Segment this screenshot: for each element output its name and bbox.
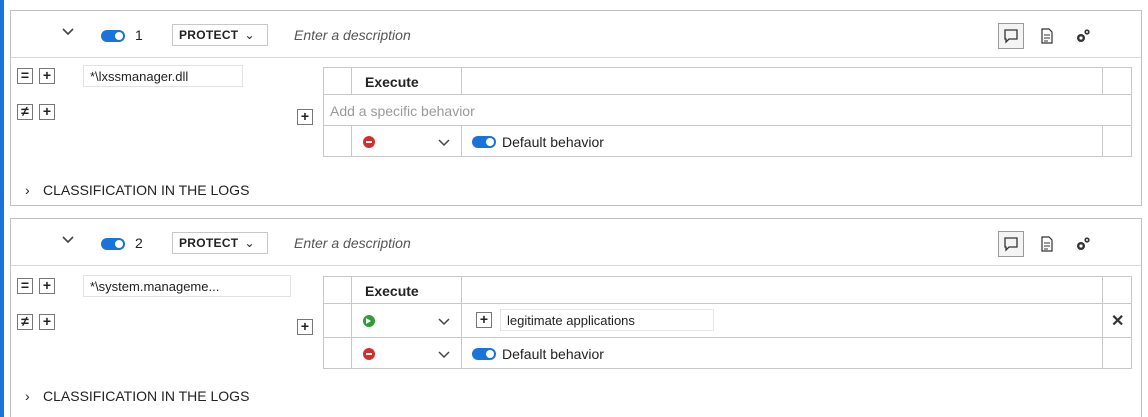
chevron-right-icon: › xyxy=(25,182,30,198)
settings-gears-icon[interactable] xyxy=(1070,23,1096,49)
not-equals-operator[interactable]: ≠ xyxy=(17,314,33,330)
add-equal-button[interactable]: + xyxy=(39,278,55,294)
rule-number: 1 xyxy=(135,27,143,43)
table-header-rest xyxy=(461,67,1103,95)
default-row-end xyxy=(1102,337,1132,369)
table-header-execute: Execute xyxy=(351,276,462,304)
classification-toggle[interactable]: › CLASSIFICATION IN THE LOGS xyxy=(25,182,249,198)
classification-label: CLASSIFICATION IN THE LOGS xyxy=(43,388,250,404)
table-header-left xyxy=(323,67,352,95)
chevron-down-icon[interactable] xyxy=(61,233,75,247)
default-behavior-cell: Default behavior xyxy=(461,125,1103,157)
default-row-left xyxy=(323,337,352,369)
equals-operator[interactable]: = xyxy=(17,278,33,294)
table-header-end xyxy=(1102,67,1132,95)
comment-icon[interactable] xyxy=(998,231,1024,257)
rule-header: 1 PROTECT ⌄ Enter a description xyxy=(11,11,1141,58)
classification-label: CLASSIFICATION IN THE LOGS xyxy=(43,182,250,198)
add-not-equal-button[interactable]: + xyxy=(39,314,55,330)
column-header: Execute xyxy=(365,283,419,299)
add-behavior-button[interactable]: + xyxy=(297,319,313,335)
default-action-select[interactable] xyxy=(351,337,462,369)
rule-header: 2 PROTECT ⌄ Enter a description xyxy=(11,219,1141,266)
add-equal-button[interactable]: + xyxy=(39,68,55,84)
rule-mode-value: PROTECT xyxy=(179,28,239,42)
add-not-equal-button[interactable]: + xyxy=(39,104,55,120)
chevron-down-icon[interactable] xyxy=(61,25,75,39)
table-header-end xyxy=(1102,276,1132,304)
rule-mode-select[interactable]: PROTECT ⌄ xyxy=(172,232,268,254)
equals-operator[interactable]: = xyxy=(17,68,33,84)
classification-toggle[interactable]: › CLASSIFICATION IN THE LOGS xyxy=(25,388,249,404)
specific-behavior-cell: + legitimate applications xyxy=(461,303,1103,338)
add-behavior-row[interactable]: Add a specific behavior xyxy=(323,94,1132,126)
rule-mode-select[interactable]: PROTECT ⌄ xyxy=(172,24,268,46)
document-icon[interactable] xyxy=(1034,231,1060,257)
allow-icon xyxy=(363,315,375,327)
document-icon[interactable] xyxy=(1034,23,1060,49)
table-header-execute: Execute xyxy=(351,67,462,95)
selection-bar xyxy=(0,0,4,417)
deny-icon xyxy=(363,348,375,360)
remove-icon[interactable]: ✕ xyxy=(1111,311,1124,331)
column-header: Execute xyxy=(365,74,419,90)
deny-icon xyxy=(363,136,375,148)
rule-number: 2 xyxy=(135,235,143,251)
default-behavior-toggle[interactable] xyxy=(472,136,496,148)
chevron-right-icon: › xyxy=(25,388,30,404)
not-equals-operator[interactable]: ≠ xyxy=(17,104,33,120)
rule-enabled-toggle[interactable] xyxy=(101,238,125,250)
add-behavior-placeholder: Add a specific behavior xyxy=(330,103,475,119)
rule-card-1: 1 PROTECT ⌄ Enter a description = + *\lxs… xyxy=(10,10,1142,206)
specific-row-end: ✕ xyxy=(1102,303,1132,338)
application-group-field[interactable]: legitimate applications xyxy=(500,309,714,331)
default-row-end xyxy=(1102,125,1132,157)
default-row-left xyxy=(323,125,352,157)
default-action-select[interactable] xyxy=(351,125,462,157)
default-behavior-cell: Default behavior xyxy=(461,337,1103,369)
chevron-down-icon xyxy=(438,139,450,147)
specific-row-left xyxy=(323,303,352,338)
settings-gears-icon[interactable] xyxy=(1070,231,1096,257)
rule-mode-value: PROTECT xyxy=(179,236,239,250)
specific-action-select[interactable] xyxy=(351,303,462,338)
chevron-down-icon xyxy=(438,351,450,359)
default-behavior-label: Default behavior xyxy=(502,134,604,150)
chevron-down-icon: ⌄ xyxy=(244,28,255,42)
chevron-down-icon: ⌄ xyxy=(244,236,255,250)
chevron-down-icon xyxy=(438,318,450,326)
rule-enabled-toggle[interactable] xyxy=(101,30,125,42)
path-field[interactable]: *\lxssmanager.dll xyxy=(83,65,243,87)
table-header-rest xyxy=(461,276,1103,304)
table-header-left xyxy=(323,276,352,304)
default-behavior-label: Default behavior xyxy=(502,346,604,362)
rule-card-2: 2 PROTECT ⌄ Enter a description = + *\sys… xyxy=(10,218,1142,417)
add-application-button[interactable]: + xyxy=(476,312,492,328)
default-behavior-toggle[interactable] xyxy=(472,348,496,360)
description-input[interactable]: Enter a description xyxy=(294,27,411,43)
comment-icon[interactable] xyxy=(998,23,1024,49)
path-field[interactable]: *\system.manageme... xyxy=(83,275,291,297)
add-behavior-button[interactable]: + xyxy=(297,109,313,125)
description-input[interactable]: Enter a description xyxy=(294,235,411,251)
